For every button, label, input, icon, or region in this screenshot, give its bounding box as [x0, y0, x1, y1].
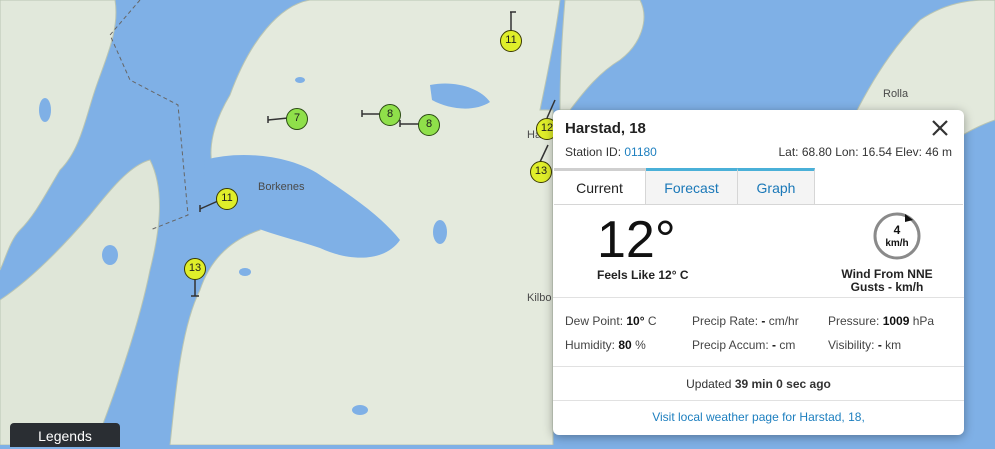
- station-marker[interactable]: 8: [418, 114, 440, 136]
- lake: [295, 77, 305, 83]
- station-popup: Harstad, 18 Station ID: 01180 Lat: 68.80…: [553, 110, 964, 435]
- lake: [102, 245, 118, 265]
- station-id-label: Station ID:: [565, 145, 622, 159]
- temperature: 12°: [597, 211, 676, 269]
- place-label-kilbo: Kilbo: [527, 292, 552, 304]
- wind-text: Wind From NNE Gusts - km/h: [817, 268, 957, 294]
- visibility: Visibility: - km: [828, 338, 902, 352]
- divider: [553, 297, 964, 298]
- lake: [352, 405, 368, 415]
- station-marker[interactable]: 11: [216, 188, 238, 210]
- wind-from-label: Wind From: [841, 267, 904, 281]
- wind-from-value: NNE: [907, 267, 933, 281]
- divider: [553, 400, 964, 401]
- elev-label: Elev:: [895, 145, 922, 159]
- station-marker[interactable]: 13: [530, 161, 552, 183]
- station-marker[interactable]: 8: [379, 104, 401, 126]
- tab-forecast[interactable]: Forecast: [646, 168, 738, 204]
- station-marker[interactable]: 7: [286, 108, 308, 130]
- station-coords: Lat: 68.80 Lon: 16.54 Elev: 46 m: [778, 145, 952, 159]
- tab-current[interactable]: Current: [554, 168, 646, 204]
- lake: [39, 98, 51, 122]
- popup-tabs: Current Forecast Graph: [554, 168, 963, 205]
- humidity: Humidity: 80 %: [565, 338, 646, 352]
- pressure: Pressure: 1009 hPa: [828, 314, 935, 328]
- divider: [553, 366, 964, 367]
- station-marker[interactable]: 13: [184, 258, 206, 280]
- legends-button[interactable]: Legends: [10, 423, 120, 447]
- wind-unit: km/h: [885, 238, 908, 249]
- updated-text: Updated 39 min 0 sec ago: [686, 377, 831, 391]
- place-label-rolla: Rolla: [883, 88, 909, 100]
- wind-speed: 4: [894, 223, 901, 237]
- tab-graph[interactable]: Graph: [738, 168, 815, 204]
- precip-rate: Precip Rate: - cm/hr: [692, 314, 799, 328]
- visit-local-weather-link[interactable]: Visit local weather page for Harstad, 18…: [553, 410, 964, 424]
- feels-like: Feels Like 12° C: [597, 268, 689, 282]
- lon-label: Lon:: [835, 145, 859, 159]
- lat-label: Lat:: [778, 145, 799, 159]
- lake: [239, 268, 251, 276]
- precip-accum: Precip Accum: - cm: [692, 338, 796, 352]
- lon-value: 16.54: [861, 145, 892, 159]
- lat-value: 68.80: [801, 145, 832, 159]
- elev-value: 46 m: [925, 145, 952, 159]
- wind-dial-icon: 4 km/h: [873, 212, 921, 260]
- station-meta: Station ID: 01180 Lat: 68.80 Lon: 16.54 …: [565, 145, 952, 159]
- station-id-link[interactable]: 01180: [624, 145, 656, 159]
- close-icon[interactable]: [928, 116, 952, 140]
- place-label-borkenes: Borkenes: [258, 181, 305, 193]
- lake: [433, 220, 447, 244]
- gusts: Gusts - km/h: [850, 280, 924, 294]
- station-title: Harstad, 18: [565, 120, 646, 137]
- station-marker[interactable]: 11: [500, 30, 522, 52]
- dew-point: Dew Point: 10° C: [565, 314, 657, 328]
